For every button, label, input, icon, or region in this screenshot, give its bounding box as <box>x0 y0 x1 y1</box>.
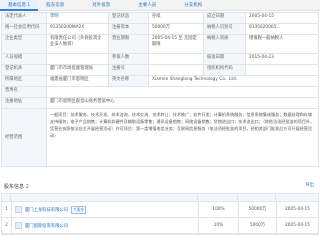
amount-value: 5000万 <box>238 218 276 233</box>
info-row: 曾用名 <box>2 87 318 98</box>
credit-code-label: 统一社会信用代码 <box>2 24 47 34</box>
date-value: 2005-04-15 <box>276 218 318 233</box>
region-value: 福建省厦门市思明区 <box>47 76 109 86</box>
shareholder-name[interactable]: 厦门国际投资有限公司 <box>25 223 68 229</box>
taxpayer-label: 纳税人资质 <box>204 35 246 53</box>
taxpayer-value: 增值税一般纳税人 <box>249 36 284 41</box>
en-name-label: 英文名称 <box>109 76 149 86</box>
legal-rep-label: 法定代表人 <box>2 13 47 23</box>
tax-id-value: 9135020005... <box>249 25 281 30</box>
shareholders-count: 2 <box>25 184 29 190</box>
shareholders-table: 1 厦门上龙科技有限公司 大股东 100% 50000万 2005-04-15 … <box>1 193 319 235</box>
region-label: 所属地区 <box>2 76 47 86</box>
authority-label: 登记机关 <box>2 65 47 75</box>
reg-status-value: 存续 <box>149 13 204 23</box>
est-date-value: 2005-04-15 <box>249 14 274 19</box>
export-button[interactable]: 导出 <box>305 182 314 188</box>
header-cell <box>238 194 276 202</box>
former-name-value <box>47 87 318 97</box>
shareholder-name[interactable]: 厦门上龙科技有限公司 <box>25 207 68 213</box>
header-cell <box>2 194 11 202</box>
reg-status-label: 登记状态 <box>109 13 149 23</box>
legal-rep-value[interactable]: 李明 <box>47 13 109 23</box>
tab-branches[interactable]: 分支机构 <box>176 0 222 11</box>
info-row: 注册地址 厦门市思明区观音山商务营运中心 <box>2 98 318 109</box>
address-value: 厦门市思明区观音山商务营运中心 <box>50 99 115 104</box>
org-code-value <box>246 65 318 75</box>
en-name-value: Xiamen Shanglong Technology Co., Ltd. <box>152 77 238 82</box>
company-type-label: 企业类型 <box>2 35 47 53</box>
info-row: 企业类型 有限责任公司（外商投资企业法人独资） 营业期限 2005-04-15 … <box>2 35 318 54</box>
est-date-label: 成立日期 <box>204 13 246 23</box>
authority-value: 厦门市市场监督管理局 <box>47 65 109 75</box>
header-cell <box>276 194 318 202</box>
org-code-label: 组织机构代码 <box>204 65 246 75</box>
tab-basic-info[interactable]: 基本信息 1 <box>0 0 39 11</box>
insured-label: 参保人数 <box>109 54 149 64</box>
shareholder-cell: 厦门国际投资有限公司 <box>11 218 198 233</box>
table-header <box>2 194 318 202</box>
info-row: 法定代表人 李明 登记状态 存续 成立日期 2005-04-15 <box>2 13 318 24</box>
scope-value: 一般项目：技术服务、技术开发、技术咨询、技术交流、技术转让、技术推广；软件开发；… <box>50 112 315 138</box>
company-logo-icon <box>15 206 22 213</box>
header-cell <box>198 194 238 202</box>
tab-investments[interactable]: 对外投资 <box>84 0 130 11</box>
shareholders-title: 股东信息 <box>4 184 25 190</box>
insured-value <box>149 54 204 64</box>
reg-capital-value: 50000万 <box>149 24 204 34</box>
reg-capital-label: 注册资本 <box>109 24 149 34</box>
biz-term-label: 营业期限 <box>109 35 149 53</box>
row-index: 2 <box>5 223 8 228</box>
credit-code-value: 91350200MA2X <box>47 24 109 34</box>
industry-value <box>47 54 109 64</box>
tab-bar: 基本信息 1 股东信息 对外投资 主要人员 分支机构 <box>0 0 320 11</box>
approve-date-value: 2015-04-23 <box>249 55 274 60</box>
business-info-table: 法定代表人 李明 登记状态 存续 成立日期 2005-04-15 统一社会信用代… <box>1 12 319 167</box>
scope-label: 经营范围 <box>2 109 47 166</box>
company-type-value: 有限责任公司（外商投资企业法人独资） <box>47 35 109 53</box>
address-label: 注册地址 <box>2 98 47 108</box>
tab-shareholders[interactable]: 股东信息 <box>38 0 84 11</box>
company-logo-icon <box>15 222 22 229</box>
table-row: 1 厦门上龙科技有限公司 大股东 100% 50000万 2005-04-15 <box>2 202 318 218</box>
date-value: 2005-04-15 <box>276 202 318 217</box>
tax-id-label: 纳税人识别号 <box>204 24 246 34</box>
former-name-label: 曾用名 <box>2 87 47 97</box>
row-index: 1 <box>5 207 8 212</box>
stake-value: 100% <box>198 202 238 217</box>
industry-label: 人员规模 <box>2 54 47 64</box>
shareholder-cell: 厦门上龙科技有限公司 大股东 <box>11 202 198 217</box>
table-row: 2 厦门国际投资有限公司 10% 5000万 2005-04-15 <box>2 218 318 234</box>
amount-value: 50000万 <box>238 202 276 217</box>
reg-no-label: 注册号 <box>109 65 149 75</box>
info-row: 经营范围 一般项目：技术服务、技术开发、技术咨询、技术交流、技术转让、技术推广；… <box>2 109 318 166</box>
major-shareholder-badge: 大股东 <box>70 205 87 214</box>
info-row: 登记机关 厦门市市场监督管理局 注册号 组织机构代码 <box>2 65 318 76</box>
tab-key-personnel[interactable]: 主要人员 <box>130 0 176 11</box>
header-cell <box>11 194 198 202</box>
info-row: 所属地区 福建省厦门市思明区 英文名称 Xiamen Shanglong Tec… <box>2 76 318 87</box>
info-row: 人员规模 参保人数 核准日期 2015-04-23 <box>2 54 318 65</box>
reg-no-value <box>149 65 204 75</box>
stake-value: 10% <box>198 218 238 233</box>
approve-date-label: 核准日期 <box>204 54 246 64</box>
info-row: 统一社会信用代码 91350200MA2X 注册资本 50000万 纳税人识别号… <box>2 24 318 35</box>
shareholders-heading: 股东信息 2 <box>4 183 29 190</box>
biz-term-value: 2005-04-15 至 无固定期限 <box>149 35 204 53</box>
